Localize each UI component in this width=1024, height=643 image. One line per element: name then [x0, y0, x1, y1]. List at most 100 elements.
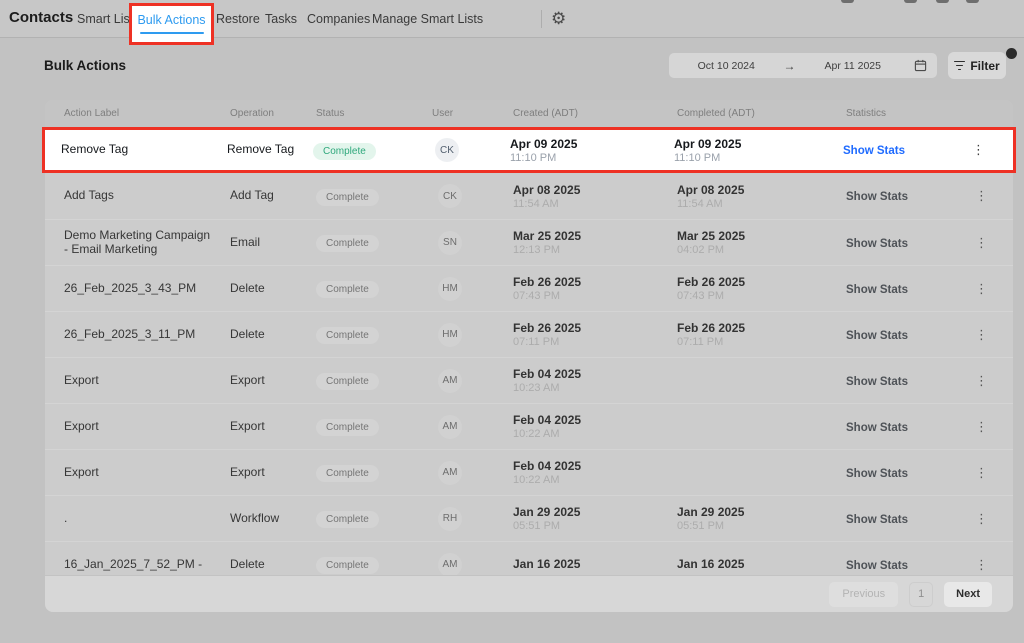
created-date: Feb 26 2025: [513, 321, 677, 335]
statistics-cell: Show Stats: [846, 372, 971, 390]
table-row[interactable]: . Workflow Complete RH Jan 29 2025 05:51…: [45, 495, 1013, 541]
show-stats-link[interactable]: Show Stats: [846, 468, 908, 480]
statistics-cell: Show Stats: [846, 280, 971, 298]
table-row[interactable]: 26_Feb_2025_3_11_PM Delete Complete HM F…: [45, 311, 1013, 357]
created-time: 12:13 PM: [513, 244, 677, 256]
completed-date: Jan 16 2025: [677, 557, 846, 571]
show-stats-link[interactable]: Show Stats: [843, 145, 905, 157]
status-cell: Complete: [316, 417, 432, 436]
status-badge: Complete: [316, 511, 379, 528]
status-badge: Complete: [316, 557, 379, 574]
tab-manage-smart-lists[interactable]: Manage Smart Lists: [372, 12, 483, 26]
kebab-menu-icon[interactable]: ⋮: [971, 279, 992, 298]
previous-page-button[interactable]: Previous: [829, 582, 898, 607]
completed-time: 07:43 PM: [677, 290, 846, 302]
created-cell: Feb 04 2025 10:23 AM: [513, 367, 677, 394]
table-row[interactable]: Export Export Complete AM Feb 04 2025 10…: [45, 357, 1013, 403]
statistics-cell: Show Stats: [846, 556, 971, 574]
operation-cell: Export: [230, 374, 316, 388]
completed-cell: Jan 16 2025: [677, 557, 846, 572]
completed-date: Jan 29 2025: [677, 505, 846, 519]
table-row[interactable]: Add Tags Add Tag Complete CK Apr 08 2025…: [45, 173, 1013, 219]
table-row[interactable]: Export Export Complete AM Feb 04 2025 10…: [45, 449, 1013, 495]
kebab-menu-icon[interactable]: ⋮: [971, 555, 992, 574]
table-row[interactable]: 26_Feb_2025_3_43_PM Delete Complete HM F…: [45, 265, 1013, 311]
page-number[interactable]: 1: [909, 582, 933, 607]
statistics-cell: Show Stats: [843, 141, 968, 159]
column-created: Created (ADT): [513, 108, 677, 119]
menu-cell: ⋮: [971, 326, 1003, 344]
cutoff-toolbar-icon: [841, 0, 854, 3]
tab-companies[interactable]: Companies: [307, 12, 370, 26]
statistics-cell: Show Stats: [846, 187, 971, 205]
status-cell: Complete: [313, 141, 429, 160]
cutoff-toolbar-icon: [936, 0, 949, 3]
operation-cell: Delete: [230, 282, 316, 296]
completed-date: Apr 08 2025: [677, 183, 846, 197]
tab-bulk-actions[interactable]: Bulk Actions: [137, 13, 205, 27]
next-page-button[interactable]: Next: [944, 582, 992, 607]
kebab-menu-icon[interactable]: ⋮: [971, 463, 992, 482]
action-label-cell: Demo Marketing Campaign - Email Marketin…: [64, 229, 230, 257]
completed-time: 11:10 PM: [674, 152, 843, 164]
show-stats-link[interactable]: Show Stats: [846, 422, 908, 434]
completed-time: 04:02 PM: [677, 244, 846, 256]
cutoff-toolbar-icon: [904, 0, 917, 3]
status-badge: Complete: [316, 281, 379, 298]
show-stats-link[interactable]: Show Stats: [846, 514, 908, 526]
kebab-menu-icon[interactable]: ⋮: [968, 140, 989, 159]
show-stats-link[interactable]: Show Stats: [846, 191, 908, 203]
operation-cell: Remove Tag: [227, 143, 313, 157]
kebab-menu-icon[interactable]: ⋮: [971, 325, 992, 344]
table-row[interactable]: Remove Tag Remove Tag Complete CK Apr 09…: [42, 127, 1016, 173]
kebab-menu-icon[interactable]: ⋮: [971, 233, 992, 252]
show-stats-link[interactable]: Show Stats: [846, 376, 908, 388]
user-cell: AM: [432, 415, 513, 439]
date-range-picker[interactable]: Oct 10 2024 → Apr 11 2025: [668, 52, 938, 79]
action-label-cell: Export: [64, 466, 230, 480]
app-title: Contacts: [9, 9, 73, 26]
date-start[interactable]: Oct 10 2024: [669, 60, 784, 72]
page-title: Bulk Actions: [44, 58, 126, 73]
gear-icon[interactable]: ⚙: [551, 7, 566, 31]
calendar-icon[interactable]: [914, 59, 927, 72]
status-cell: Complete: [316, 279, 432, 298]
action-label-cell: .: [64, 512, 230, 526]
table-row[interactable]: Export Export Complete AM Feb 04 2025 10…: [45, 403, 1013, 449]
show-stats-link[interactable]: Show Stats: [846, 560, 908, 572]
created-time: 07:43 PM: [513, 290, 677, 302]
kebab-menu-icon[interactable]: ⋮: [971, 371, 992, 390]
completed-date: Feb 26 2025: [677, 321, 846, 335]
created-time: 10:23 AM: [513, 382, 677, 394]
operation-cell: Workflow: [230, 512, 316, 526]
top-navigation: Contacts Smart Lists Bulk Actions Restor…: [0, 0, 1024, 38]
cursor-dot-icon: [1006, 48, 1017, 59]
menu-cell: ⋮: [971, 234, 1003, 252]
created-date: Jan 16 2025: [513, 557, 677, 571]
show-stats-link[interactable]: Show Stats: [846, 284, 908, 296]
nav-divider: [541, 10, 542, 28]
created-date: Apr 08 2025: [513, 183, 677, 197]
kebab-menu-icon[interactable]: ⋮: [971, 417, 992, 436]
kebab-menu-icon[interactable]: ⋮: [971, 186, 992, 205]
menu-cell: ⋮: [971, 556, 1003, 574]
pagination: Previous 1 Next: [45, 575, 1013, 612]
avatar: CK: [435, 138, 459, 162]
table-row[interactable]: Demo Marketing Campaign - Email Marketin…: [45, 219, 1013, 265]
user-cell: AM: [432, 553, 513, 577]
kebab-menu-icon[interactable]: ⋮: [971, 509, 992, 528]
tab-restore[interactable]: Restore: [216, 12, 260, 26]
created-date: Mar 25 2025: [513, 229, 677, 243]
filter-button[interactable]: Filter: [948, 52, 1006, 79]
tab-tasks[interactable]: Tasks: [265, 12, 297, 26]
menu-cell: ⋮: [971, 187, 1003, 205]
user-cell: AM: [432, 369, 513, 393]
menu-cell: ⋮: [971, 280, 1003, 298]
show-stats-link[interactable]: Show Stats: [846, 330, 908, 342]
created-date: Apr 09 2025: [510, 137, 674, 151]
show-stats-link[interactable]: Show Stats: [846, 238, 908, 250]
completed-cell: Apr 08 2025 11:54 AM: [677, 183, 846, 210]
avatar: AM: [438, 461, 462, 485]
operation-cell: Email: [230, 236, 316, 250]
date-end[interactable]: Apr 11 2025: [796, 60, 911, 72]
